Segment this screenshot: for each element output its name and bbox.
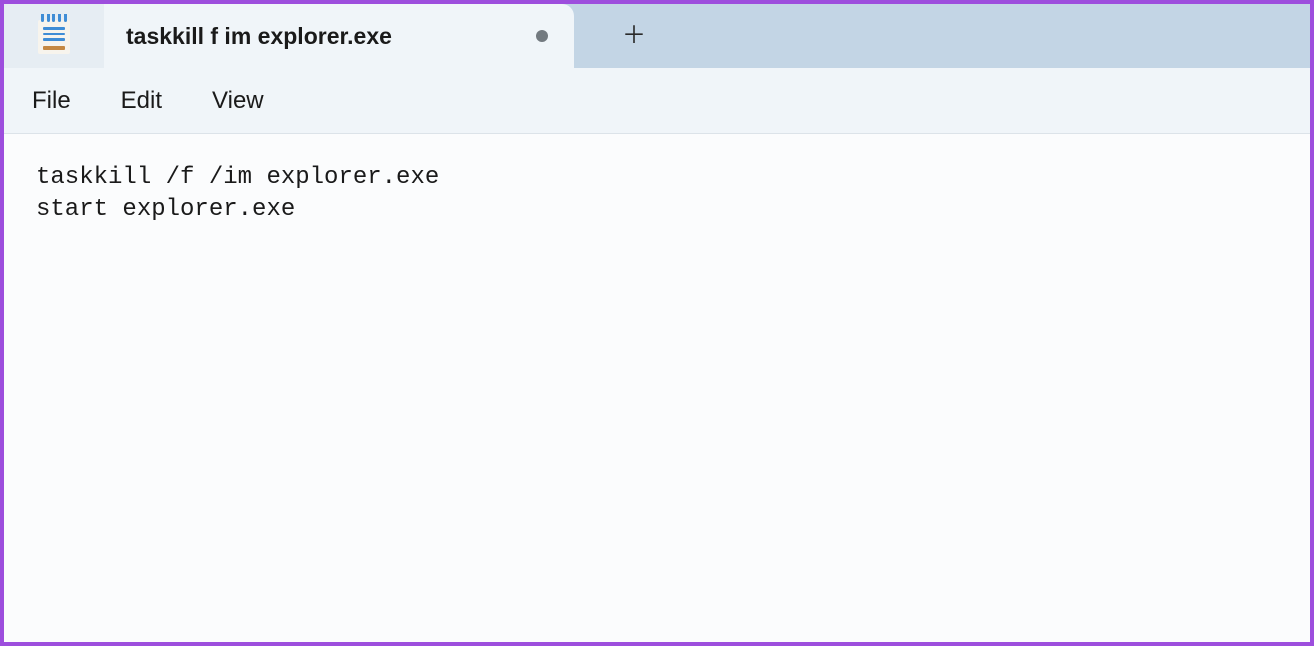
editor-content[interactable]: taskkill /f /im explorer.exe start explo… xyxy=(36,162,1278,227)
menu-edit[interactable]: Edit xyxy=(121,87,162,115)
menubar: File Edit View xyxy=(4,68,1310,134)
menu-file[interactable]: File xyxy=(32,87,71,115)
titlebar: taskkill f im explorer.exe ＋ xyxy=(4,4,1310,68)
new-tab-button[interactable]: ＋ xyxy=(614,16,654,56)
plus-icon: ＋ xyxy=(622,24,646,48)
menu-view[interactable]: View xyxy=(212,87,264,115)
app-icon-area xyxy=(4,4,104,68)
editor-area[interactable]: taskkill /f /im explorer.exe start explo… xyxy=(4,134,1310,642)
notepad-icon xyxy=(38,18,70,54)
unsaved-indicator-icon[interactable] xyxy=(536,30,548,42)
tab-title: taskkill f im explorer.exe xyxy=(126,23,516,50)
new-tab-area: ＋ xyxy=(574,4,654,68)
document-tab[interactable]: taskkill f im explorer.exe xyxy=(104,4,574,68)
